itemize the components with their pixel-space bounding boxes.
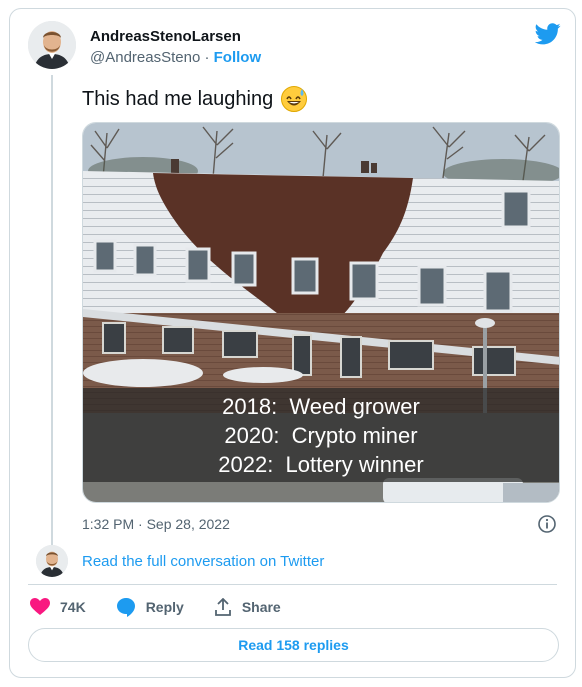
twitter-bird-icon[interactable]	[535, 23, 561, 45]
reply-bubble-icon	[116, 598, 135, 617]
author-avatar[interactable]	[28, 21, 76, 69]
info-icon[interactable]	[537, 514, 557, 534]
grinning-sweat-emoji-icon	[281, 86, 308, 112]
share-button[interactable]: Share	[214, 598, 281, 616]
read-conversation-link[interactable]: Read the full conversation on Twitter	[82, 553, 324, 570]
author-display-name[interactable]: AndreasStenoLarsen	[90, 28, 241, 45]
divider	[28, 584, 557, 585]
share-label: Share	[241, 599, 281, 615]
handle-separator: ·	[200, 49, 214, 66]
author-handle-row: @AndreasSteno · Follow	[90, 49, 261, 66]
share-icon	[214, 598, 231, 616]
tweet-photo[interactable]: 2018: Weed grower 2020: Crypto miner 202…	[82, 122, 560, 503]
like-button[interactable]: 74K	[30, 598, 86, 616]
author-avatar-small[interactable]	[36, 545, 68, 577]
reply-button[interactable]: Reply	[116, 597, 184, 617]
tweet-card: AndreasStenoLarsen @AndreasSteno · Follo…	[9, 8, 576, 678]
photo-caption: 2018: Weed grower 2020: Crypto miner 202…	[83, 388, 559, 482]
tweet-text-row: This had me laughing	[82, 86, 308, 112]
read-replies-button[interactable]: Read 158 replies	[28, 628, 559, 662]
follow-link[interactable]: Follow	[214, 49, 262, 66]
tweet-timestamp[interactable]: 1:32 PM · Sep 28, 2022	[82, 516, 230, 532]
author-handle[interactable]: @AndreasSteno	[90, 49, 200, 66]
caption-line-3: 2022: Lottery winner	[218, 451, 424, 477]
caption-line-2: 2020: Crypto miner	[224, 422, 418, 448]
thread-line	[51, 75, 53, 553]
action-bar: 74K Reply Share	[30, 597, 281, 617]
tweet-text: This had me laughing	[82, 87, 274, 110]
like-count: 74K	[60, 599, 86, 615]
caption-line-1: 2018: Weed grower	[222, 393, 420, 419]
reply-label: Reply	[145, 599, 184, 615]
heart-icon	[30, 598, 50, 615]
